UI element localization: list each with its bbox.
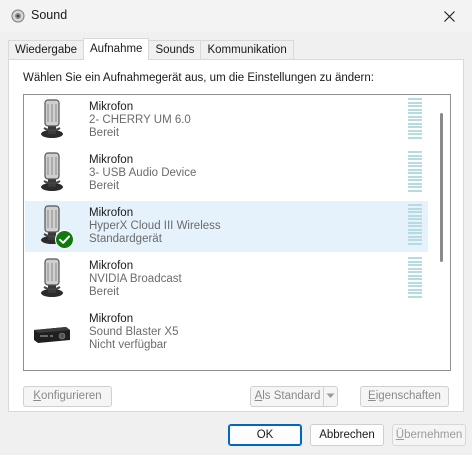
tab-wiedergabe[interactable]: Wiedergabe xyxy=(8,40,85,60)
apply-button[interactable]: Übernehmen xyxy=(392,424,466,446)
device-description: 3- USB Audio Device xyxy=(89,167,197,179)
set-default-button[interactable]: Als Standard xyxy=(250,386,324,407)
chevron-down-icon xyxy=(326,393,335,398)
level-meter xyxy=(408,151,422,193)
device-list[interactable]: Mikrofon 2- CHERRY UM 6.0 Bereit Mikrofo… xyxy=(23,94,451,371)
instruction-text: Wählen Sie ein Aufnahmegerät aus, um die… xyxy=(23,72,374,84)
tab-aufnahme[interactable]: Aufnahme xyxy=(83,38,150,60)
level-meter xyxy=(408,257,422,299)
default-check-icon xyxy=(55,230,74,249)
device-name: Mikrofon xyxy=(89,313,134,325)
device-item-usb-audio[interactable]: Mikrofon 3- USB Audio Device Bereit xyxy=(25,148,428,199)
device-name: Mikrofon xyxy=(89,101,134,113)
microphone-icon xyxy=(41,99,63,138)
device-item-cherry[interactable]: Mikrofon 2- CHERRY UM 6.0 Bereit xyxy=(25,95,428,146)
microphone-icon xyxy=(41,258,63,297)
sound-device-icon xyxy=(34,327,70,343)
device-description: NVIDIA Broadcast xyxy=(89,273,182,285)
device-status: Bereit xyxy=(89,127,120,139)
scrollbar-thumb[interactable] xyxy=(440,113,443,262)
cancel-button[interactable]: Abbrechen xyxy=(310,424,384,446)
device-item-sound-blaster[interactable]: Mikrofon Sound Blaster X5 Nicht verfügba… xyxy=(25,307,428,358)
device-status: Nicht verfügbar xyxy=(89,339,167,351)
tab-strip: Wiedergabe Aufnahme Sounds Kommunikation xyxy=(8,38,294,60)
device-name: Mikrofon xyxy=(89,260,134,272)
device-description: Sound Blaster X5 xyxy=(89,326,179,338)
microphone-icon xyxy=(41,152,63,191)
vertical-scrollbar[interactable] xyxy=(432,95,450,370)
tab-sounds[interactable]: Sounds xyxy=(148,40,202,60)
title-bar: Sound xyxy=(0,0,472,32)
configure-button[interactable]: Konfigurieren xyxy=(23,386,112,407)
device-description: HyperX Cloud III Wireless xyxy=(89,220,221,232)
level-meter xyxy=(408,98,422,140)
window-title: Sound xyxy=(31,8,68,22)
close-button[interactable] xyxy=(426,0,472,32)
device-description: 2- CHERRY UM 6.0 xyxy=(89,114,191,126)
device-status: Bereit xyxy=(89,286,120,298)
tab-panel-aufnahme: Wählen Sie ein Aufnahmegerät aus, um die… xyxy=(8,59,464,412)
device-name: Mikrofon xyxy=(89,154,134,166)
close-icon xyxy=(443,10,455,22)
properties-button[interactable]: Eigenschaften xyxy=(360,386,449,407)
set-default-dropdown-button[interactable] xyxy=(323,386,338,407)
device-item-nvidia[interactable]: Mikrofon NVIDIA Broadcast Bereit xyxy=(25,254,428,305)
device-name: Mikrofon xyxy=(89,207,134,219)
device-item-hyperx[interactable]: Mikrofon HyperX Cloud III Wireless Stand… xyxy=(25,201,428,252)
tab-kommunikation[interactable]: Kommunikation xyxy=(200,40,294,60)
device-status: Standardgerät xyxy=(89,233,162,245)
level-meter xyxy=(408,204,422,246)
device-status: Bereit xyxy=(89,180,120,192)
speaker-icon xyxy=(11,9,25,23)
ok-button[interactable]: OK xyxy=(228,424,302,446)
